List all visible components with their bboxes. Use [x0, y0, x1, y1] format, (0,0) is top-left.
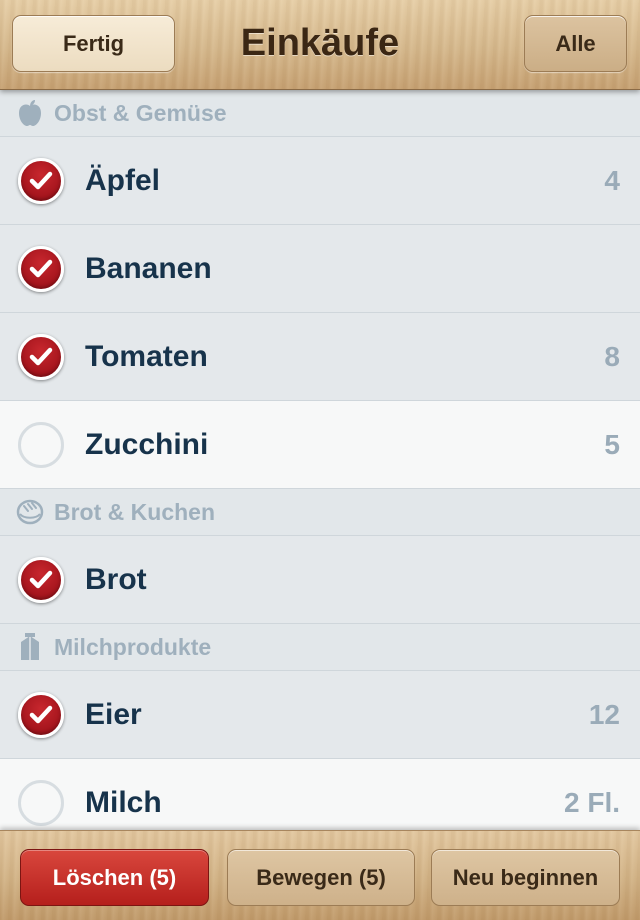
list-item[interactable]: Milch 2 Fl. [0, 759, 640, 830]
item-name: Bananen [85, 252, 212, 285]
section-header-brot-kuchen: Brot & Kuchen [0, 489, 640, 536]
section-title: Brot & Kuchen [54, 498, 215, 525]
apple-icon [16, 99, 44, 127]
item-quantity: 8 [604, 341, 620, 372]
checkmark-icon[interactable] [18, 246, 64, 292]
checkmark-icon[interactable] [18, 692, 64, 738]
shopping-list: Obst & Gemüse Äpfel 4 Bananen Tomaten 8 [0, 90, 640, 830]
item-quantity: 4 [604, 165, 620, 196]
start-over-button[interactable]: Neu beginnen [431, 849, 620, 906]
checkmark-icon[interactable] [18, 158, 64, 204]
section-header-obst-gemuese: Obst & Gemüse [0, 90, 640, 137]
checkmark-icon[interactable] [18, 557, 64, 603]
list-item[interactable]: Tomaten 8 [0, 313, 640, 401]
item-name: Tomaten [85, 340, 208, 373]
all-button[interactable]: Alle [524, 15, 627, 72]
section-header-milchprodukte: Milchprodukte [0, 624, 640, 671]
section-title: Milchprodukte [54, 633, 212, 660]
unchecked-circle-icon[interactable] [18, 422, 64, 468]
item-quantity: 5 [604, 429, 620, 460]
section-title: Obst & Gemüse [54, 99, 227, 126]
list-item[interactable]: Zucchini 5 [0, 401, 640, 489]
navigation-bar: Fertig Einkäufe Alle [0, 0, 640, 90]
item-name: Äpfel [85, 164, 160, 197]
item-name: Brot [85, 563, 147, 596]
list-item[interactable]: Bananen [0, 225, 640, 313]
list-item[interactable]: Eier 12 [0, 671, 640, 759]
item-quantity: 12 [588, 699, 620, 730]
bottom-toolbar: Löschen (5) Bewegen (5) Neu beginnen [0, 830, 640, 920]
move-button[interactable]: Bewegen (5) [227, 849, 415, 906]
list-item[interactable]: Brot [0, 536, 640, 624]
unchecked-circle-icon[interactable] [18, 780, 64, 826]
done-button[interactable]: Fertig [12, 15, 175, 72]
item-name: Zucchini [85, 428, 209, 461]
item-name: Milch [85, 786, 162, 819]
app-window: Fertig Einkäufe Alle Obst & Gemüse Äpfel… [0, 0, 640, 920]
item-name: Eier [85, 698, 142, 731]
page-title: Einkäufe [240, 22, 400, 64]
milk-carton-icon [16, 633, 44, 661]
checkmark-icon[interactable] [18, 334, 64, 380]
list-item[interactable]: Äpfel 4 [0, 137, 640, 225]
bread-icon [16, 498, 44, 526]
item-quantity: 2 Fl. [563, 787, 620, 818]
delete-button[interactable]: Löschen (5) [20, 849, 209, 906]
